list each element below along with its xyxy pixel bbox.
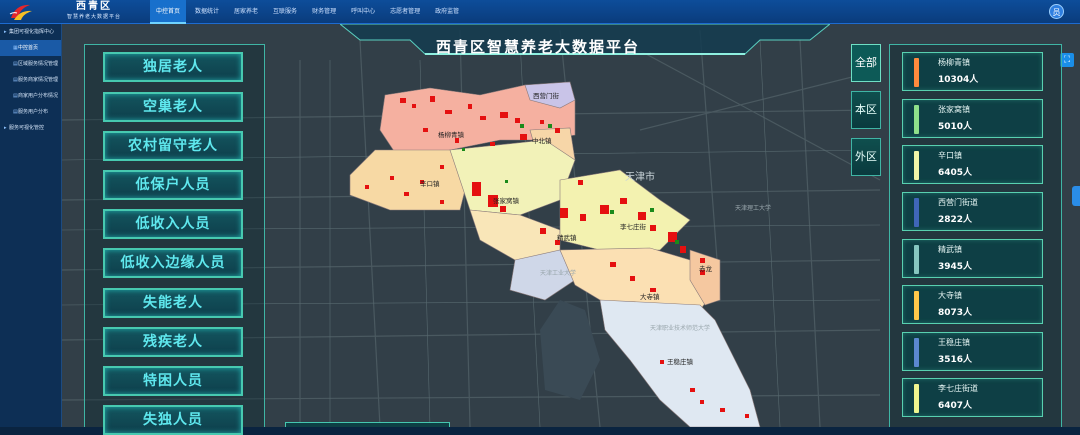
region-label-xinkou: 辛口镇 bbox=[420, 179, 440, 188]
fullscreen-icon[interactable]: ⛶ bbox=[1060, 53, 1074, 67]
category-button-living-alone[interactable]: 独居老人 bbox=[103, 52, 243, 82]
region-label-zhangjiawo: 张家窝镇 bbox=[493, 196, 520, 205]
sidebar-item-label: 区域服务情况管理 bbox=[18, 61, 59, 67]
main-nav: 中控首页 数据统计 居家养老 互联服务 财务管理 呼叫中心 志愿者管理 政府监管 bbox=[150, 0, 468, 24]
nav-item-stats[interactable]: 数据统计 bbox=[189, 0, 225, 24]
map-label-school-2: 天津理工大学 bbox=[735, 204, 771, 212]
page-title: 西青区智慧养老大数据平台 bbox=[435, 38, 640, 56]
category-button-low-income[interactable]: 低收入人员 bbox=[103, 209, 243, 239]
nav-item-volunteer[interactable]: 志愿者管理 bbox=[384, 0, 426, 24]
top-nav-bar: 西青区 智慧养老大数据平台 中控首页 数据统计 居家养老 互联服务 财务管理 呼… bbox=[0, 0, 1080, 24]
town-name: 精武镇 bbox=[938, 245, 962, 254]
town-name: 西营门街道 bbox=[938, 198, 978, 207]
sidebar-item-label: 服务用户分布 bbox=[18, 109, 49, 115]
sidebar-item-merchant[interactable]: ▤服务商家情况管理 bbox=[0, 72, 61, 88]
town-card-xinkou[interactable]: 辛口镇 6405人 bbox=[902, 145, 1043, 184]
town-count: 8073人 bbox=[938, 308, 973, 318]
nav-item-internet-service[interactable]: 互联服务 bbox=[267, 0, 303, 24]
sidebar-item-command-center[interactable]: ▸ 集团可视化指挥中心 bbox=[0, 24, 61, 40]
town-name: 辛口镇 bbox=[938, 151, 962, 160]
nav-item-home-care[interactable]: 居家养老 bbox=[228, 0, 264, 24]
user-avatar[interactable]: 员 bbox=[1049, 4, 1064, 19]
region-label-wangwenzhuang: 王稳庄镇 bbox=[667, 357, 694, 366]
region-label-zhongbei: 中北镇 bbox=[532, 136, 552, 145]
region-label-dasi: 大寺镇 bbox=[640, 292, 660, 301]
category-button-empty-nest[interactable]: 空巢老人 bbox=[103, 92, 243, 122]
sidebar-item-label: 集团可视化指挥中心 bbox=[9, 29, 55, 35]
town-count: 6405人 bbox=[938, 168, 973, 178]
town-card-yangliuqing[interactable]: 杨柳青镇 10304人 bbox=[902, 52, 1043, 91]
map-label-school-1: 天津工业大学 bbox=[540, 269, 576, 277]
region-label-yangliuqing: 杨柳青镇 bbox=[438, 130, 465, 139]
nav-item-finance[interactable]: 财务管理 bbox=[306, 0, 342, 24]
map-label-school-3: 天津职业技术师范大学 bbox=[650, 324, 710, 332]
sidebar-item-label: 服务可视化管控 bbox=[9, 125, 45, 131]
sidebar-item-home[interactable]: ▦中控首页 bbox=[0, 40, 61, 56]
category-button-disabled-elderly[interactable]: 失能老人 bbox=[103, 288, 243, 318]
town-color-bar bbox=[914, 105, 919, 134]
region-label-chilong: 赤龙 bbox=[699, 264, 713, 273]
town-color-bar bbox=[914, 384, 919, 413]
town-card-xiyingmen[interactable]: 西营门街道 2822人 bbox=[902, 192, 1043, 231]
town-card-wangwenzhuang[interactable]: 王稳庄镇 3516人 bbox=[902, 332, 1043, 371]
tab-external[interactable]: 外区 bbox=[851, 138, 881, 176]
town-name: 张家窝镇 bbox=[938, 105, 970, 114]
brand-subtitle: 智慧养老大数据平台 bbox=[66, 14, 121, 20]
sidebar-item-label: 商家用户分布情况 bbox=[18, 93, 59, 99]
brand-title: 西青区 bbox=[76, 1, 112, 12]
sidebar-item-label: 服务商家情况管理 bbox=[18, 77, 59, 83]
map-label-city: 天津市 bbox=[625, 170, 655, 183]
bottom-panel-tab bbox=[285, 422, 450, 427]
town-card-zhangjiawo[interactable]: 张家窝镇 5010人 bbox=[902, 99, 1043, 138]
side-drawer-tab[interactable] bbox=[1072, 186, 1080, 206]
town-card-liqizhuang[interactable]: 李七庄街道 6407人 bbox=[902, 378, 1043, 417]
town-card-jingwu[interactable]: 精武镇 3945人 bbox=[902, 239, 1043, 278]
town-color-bar bbox=[914, 151, 919, 180]
sidebar-item-label: 中控首页 bbox=[18, 45, 39, 51]
region-label-jingwu: 精武镇 bbox=[557, 233, 577, 242]
logo-icon bbox=[9, 4, 32, 20]
town-count: 10304人 bbox=[938, 75, 979, 85]
town-name: 杨柳青镇 bbox=[938, 58, 970, 67]
category-button-handicapped-elderly[interactable]: 残疾老人 bbox=[103, 327, 243, 357]
town-card-dasi[interactable]: 大寺镇 8073人 bbox=[902, 285, 1043, 324]
sidebar-item-merchant-users[interactable]: ▤商家用户分布情况 bbox=[0, 88, 61, 104]
town-count: 5010人 bbox=[938, 122, 973, 132]
town-count: 3945人 bbox=[938, 262, 973, 272]
town-name: 大寺镇 bbox=[938, 291, 962, 300]
tab-local[interactable]: 本区 bbox=[851, 91, 881, 129]
town-count: 6407人 bbox=[938, 401, 973, 411]
nav-item-call-center[interactable]: 呼叫中心 bbox=[345, 0, 381, 24]
brand: 西青区 智慧养老大数据平台 bbox=[44, 1, 144, 21]
nav-item-government[interactable]: 政府监管 bbox=[429, 0, 465, 24]
category-button-low-income-edge[interactable]: 低收入边缘人员 bbox=[103, 248, 243, 278]
category-button-bereaved-parents[interactable]: 失独人员 bbox=[103, 405, 243, 435]
town-name: 李七庄街道 bbox=[938, 384, 978, 393]
sidebar-item-area-service[interactable]: ▤区域服务情况管理 bbox=[0, 56, 61, 72]
region-label-xiyingmen: 西营门街 bbox=[533, 91, 560, 100]
town-color-bar bbox=[914, 291, 919, 320]
town-color-bar bbox=[914, 58, 919, 87]
sidebar: ▸ 集团可视化指挥中心 ▦中控首页 ▤区域服务情况管理 ▤服务商家情况管理 ▤商家… bbox=[0, 24, 62, 427]
sidebar-item-service-users[interactable]: ▤服务用户分布 bbox=[0, 104, 61, 120]
category-button-low-income-household[interactable]: 低保户人员 bbox=[103, 170, 243, 200]
town-color-bar bbox=[914, 245, 919, 274]
town-name: 王稳庄镇 bbox=[938, 338, 970, 347]
category-button-rural-left-behind[interactable]: 农村留守老人 bbox=[103, 131, 243, 161]
nav-item-home[interactable]: 中控首页 bbox=[150, 0, 187, 24]
town-color-bar bbox=[914, 338, 919, 367]
town-count: 2822人 bbox=[938, 215, 973, 225]
tab-all[interactable]: 全部 bbox=[851, 44, 881, 82]
category-button-extreme-poverty[interactable]: 特困人员 bbox=[103, 366, 243, 396]
region-label-liqizhuang: 李七庄街 bbox=[620, 222, 647, 231]
sidebar-item-visual-control[interactable]: ▸ 服务可视化管控 bbox=[0, 120, 61, 136]
town-color-bar bbox=[914, 198, 919, 227]
town-count: 3516人 bbox=[938, 355, 973, 365]
